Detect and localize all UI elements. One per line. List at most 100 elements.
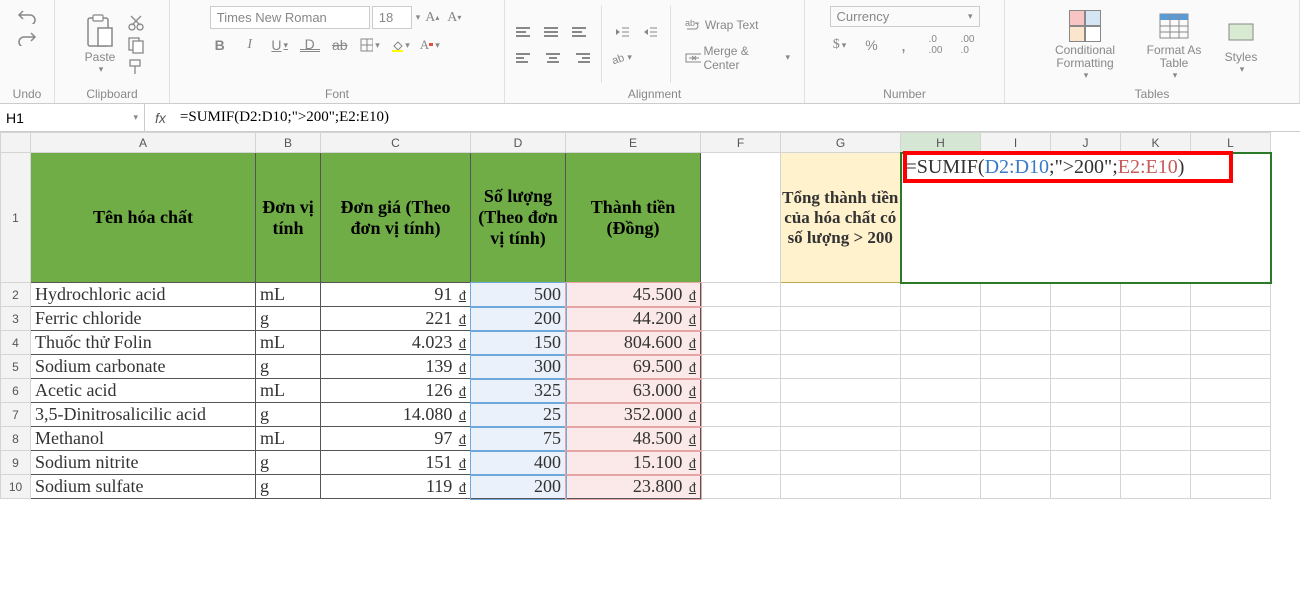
cell-K[interactable] xyxy=(1121,331,1191,355)
cell-I[interactable] xyxy=(981,283,1051,307)
cell-F[interactable] xyxy=(701,427,781,451)
col-header-I[interactable]: I xyxy=(981,133,1051,153)
double-underline-icon[interactable]: D xyxy=(300,38,320,52)
decrease-indent-icon[interactable] xyxy=(612,22,632,42)
comma-icon[interactable]: , xyxy=(894,35,914,55)
cell-I[interactable] xyxy=(981,355,1051,379)
col-header-B[interactable]: B xyxy=(256,133,321,153)
cell-J[interactable] xyxy=(1051,307,1121,331)
undo-icon[interactable] xyxy=(17,6,37,26)
cell-E[interactable]: 352.000 ₫ xyxy=(566,403,701,427)
cell-C[interactable]: 91 ₫ xyxy=(321,283,471,307)
row-header[interactable]: 2 xyxy=(1,283,31,307)
font-color-icon[interactable]: A▾ xyxy=(420,35,440,55)
cell-I[interactable] xyxy=(981,379,1051,403)
cell-A[interactable]: Sodium nitrite xyxy=(31,451,256,475)
decrease-decimal-icon[interactable]: .00.0 xyxy=(958,35,978,55)
cell-C[interactable]: 4.023 ₫ xyxy=(321,331,471,355)
cell-L[interactable] xyxy=(1191,331,1271,355)
cell-F[interactable] xyxy=(701,379,781,403)
cell-B[interactable]: mL xyxy=(256,283,321,307)
cell-B[interactable]: mL xyxy=(256,427,321,451)
cell-G1[interactable]: Tổng thành tiền của hóa chất có số lượng… xyxy=(781,153,901,283)
cell-C[interactable]: 126 ₫ xyxy=(321,379,471,403)
cell-H[interactable] xyxy=(901,283,981,307)
align-left-icon[interactable] xyxy=(515,48,535,68)
cell-B[interactable]: g xyxy=(256,403,321,427)
cell-G[interactable] xyxy=(781,403,901,427)
name-box-input[interactable] xyxy=(6,110,131,126)
cell-F[interactable] xyxy=(701,331,781,355)
formula-input[interactable] xyxy=(176,109,1300,126)
cell-B[interactable]: mL xyxy=(256,331,321,355)
bold-button[interactable]: B xyxy=(210,35,230,55)
cell-A[interactable]: Ferric chloride xyxy=(31,307,256,331)
cell-J[interactable] xyxy=(1051,403,1121,427)
cell-L[interactable] xyxy=(1191,379,1271,403)
row-header[interactable]: 8 xyxy=(1,427,31,451)
row-header[interactable]: 5 xyxy=(1,355,31,379)
cell-L[interactable] xyxy=(1191,451,1271,475)
font-size-input[interactable] xyxy=(372,6,412,29)
cell-K[interactable] xyxy=(1121,355,1191,379)
conditional-formatting-button[interactable]: Conditional Formatting▾ xyxy=(1041,6,1129,83)
orientation-icon[interactable]: ab▾ xyxy=(612,48,632,68)
cell-H[interactable] xyxy=(901,307,981,331)
cell-H[interactable] xyxy=(901,475,981,499)
col-header-E[interactable]: E xyxy=(566,133,701,153)
cell-B[interactable]: g xyxy=(256,307,321,331)
fx-icon[interactable]: fx xyxy=(145,110,176,126)
cell-E1[interactable]: Thành tiền (Đồng) xyxy=(566,153,701,283)
increase-font-icon[interactable]: A▴ xyxy=(422,8,442,28)
align-top-icon[interactable] xyxy=(515,22,535,42)
cell-B[interactable]: mL xyxy=(256,379,321,403)
paste-button[interactable]: Paste ▾ xyxy=(78,12,122,77)
cell-H[interactable] xyxy=(901,403,981,427)
cell-J[interactable] xyxy=(1051,355,1121,379)
cell-H[interactable] xyxy=(901,331,981,355)
cell-E[interactable]: 23.800 ₫ xyxy=(566,475,701,499)
strikethrough-icon[interactable]: ab xyxy=(330,35,350,55)
cell-J[interactable] xyxy=(1051,451,1121,475)
cell-E[interactable]: 804.600 ₫ xyxy=(566,331,701,355)
cell-K[interactable] xyxy=(1121,403,1191,427)
fill-color-icon[interactable]: ▾ xyxy=(390,35,410,55)
cell-D[interactable]: 200 xyxy=(471,475,566,499)
cell-J[interactable] xyxy=(1051,283,1121,307)
cell-A[interactable]: Hydrochloric acid xyxy=(31,283,256,307)
row-header[interactable]: 10 xyxy=(1,475,31,499)
cell-G[interactable] xyxy=(781,355,901,379)
cell-L[interactable] xyxy=(1191,283,1271,307)
cell-H[interactable] xyxy=(901,379,981,403)
col-header-D[interactable]: D xyxy=(471,133,566,153)
cell-E[interactable]: 15.100 ₫ xyxy=(566,451,701,475)
cell-G[interactable] xyxy=(781,451,901,475)
row-header[interactable]: 6 xyxy=(1,379,31,403)
cell-I[interactable] xyxy=(981,427,1051,451)
increase-indent-icon[interactable] xyxy=(640,22,660,42)
cell-F[interactable] xyxy=(701,475,781,499)
col-header-K[interactable]: K xyxy=(1121,133,1191,153)
align-bottom-icon[interactable] xyxy=(571,22,591,42)
cell-F1[interactable] xyxy=(701,153,781,283)
cell-J[interactable] xyxy=(1051,475,1121,499)
row-header[interactable]: 9 xyxy=(1,451,31,475)
cell-C[interactable]: 139 ₫ xyxy=(321,355,471,379)
cell-A[interactable]: Thuốc thử Folin xyxy=(31,331,256,355)
cell-G[interactable] xyxy=(781,283,901,307)
cell-C[interactable]: 97 ₫ xyxy=(321,427,471,451)
cell-F[interactable] xyxy=(701,355,781,379)
cell-D[interactable]: 500 xyxy=(471,283,566,307)
cell-C[interactable]: 119 ₫ xyxy=(321,475,471,499)
cell-J[interactable] xyxy=(1051,427,1121,451)
underline-button[interactable]: U▾ xyxy=(270,35,290,55)
cell-D1[interactable]: Số lượng (Theo đơn vị tính) xyxy=(471,153,566,283)
cell-G[interactable] xyxy=(781,427,901,451)
format-as-table-button[interactable]: Format As Table▾ xyxy=(1135,6,1213,83)
align-middle-icon[interactable] xyxy=(543,22,563,42)
col-header-A[interactable]: A xyxy=(31,133,256,153)
increase-decimal-icon[interactable]: .0.00 xyxy=(926,35,946,55)
cell-J[interactable] xyxy=(1051,331,1121,355)
cell-L[interactable] xyxy=(1191,403,1271,427)
number-format-select[interactable]: Currency ▾ xyxy=(830,6,980,27)
